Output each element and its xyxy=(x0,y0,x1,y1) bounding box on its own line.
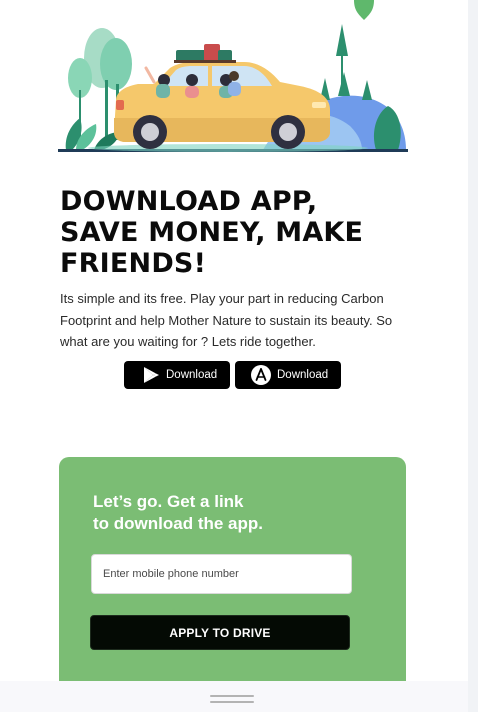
heading-line-1: DOWNLOAD APP, xyxy=(60,186,318,217)
app-link-signup-card: Let’s go. Get a link to download the app… xyxy=(59,457,406,697)
bottom-sheet-bar xyxy=(0,681,468,712)
apply-to-drive-button[interactable]: APPLY TO DRIVE xyxy=(90,615,350,650)
app-store-download-button[interactable]: Download xyxy=(235,361,341,389)
family-car-illustration xyxy=(58,0,408,152)
page-heading: DOWNLOAD APP, SAVE MONEY, MAKE FRIENDS! xyxy=(60,186,400,279)
hero-illustration xyxy=(58,0,408,156)
mobile-phone-input[interactable] xyxy=(91,554,352,594)
right-scroll-gutter xyxy=(468,0,478,712)
app-store-icon xyxy=(251,365,271,385)
heading-line-3: FRIENDS! xyxy=(60,248,207,279)
drag-handle-icon[interactable] xyxy=(210,695,254,704)
signup-title-line-2: to download the app. xyxy=(93,514,263,533)
app-store-download-label: Download xyxy=(277,369,329,381)
google-play-download-button[interactable]: Download xyxy=(124,361,230,389)
signup-title-line-1: Let’s go. Get a link xyxy=(93,492,244,511)
heading-line-2: SAVE MONEY, MAKE xyxy=(60,217,364,248)
intro-description: Its simple and its free. Play your part … xyxy=(60,291,393,349)
google-play-download-label: Download xyxy=(166,369,218,381)
signup-card-title: Let’s go. Get a link to download the app… xyxy=(93,491,373,535)
google-play-icon xyxy=(144,367,159,383)
